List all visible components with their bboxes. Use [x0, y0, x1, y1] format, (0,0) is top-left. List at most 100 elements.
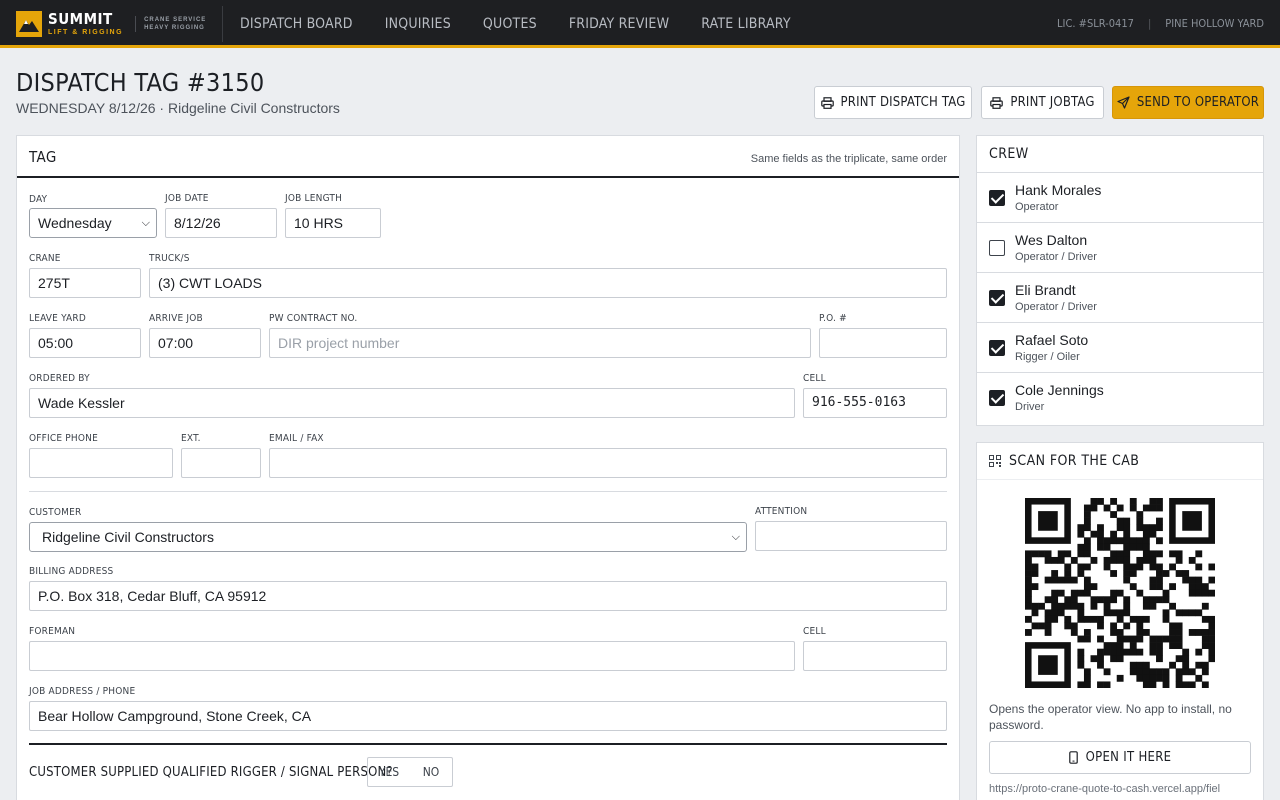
open-it-here-button[interactable]: OPEN IT HERE [989, 741, 1251, 774]
crew-checkbox[interactable] [989, 240, 1005, 256]
scan-description: Opens the operator view. No app to insta… [989, 702, 1232, 732]
rigger-no-option[interactable]: NO [410, 758, 452, 786]
nav-rate-library[interactable]: RATE LIBRARY [685, 0, 806, 48]
office-phone-field[interactable] [29, 448, 173, 478]
foreman-cell-field[interactable] [803, 641, 947, 671]
crew-checkbox[interactable] [989, 190, 1005, 206]
crew-role: Driver [1015, 401, 1045, 413]
tag-panel-header: TAG Same fields as the triplicate, same … [17, 136, 959, 178]
billing-address-field[interactable]: P.O. Box 318, Cedar Bluff, CA 95912 [29, 581, 947, 611]
brand-tagline-2: HEAVY RIGGING [144, 25, 205, 31]
nav-inquiries[interactable]: INQUIRIES [369, 0, 467, 48]
job-date-label: JOB DATE [165, 193, 209, 204]
chevron-down-icon: ⌵ [731, 531, 740, 543]
rigger-yes-option[interactable]: YES [368, 758, 410, 786]
job-date-field[interactable]: 8/12/26 [165, 208, 277, 238]
crew-row[interactable]: Rafael Soto Rigger / Oiler [977, 323, 1263, 373]
top-meta: LIC. #SLR-0417 | PINE HOLLOW YARD [1057, 0, 1264, 48]
print-jobtag-label: PRINT JOBTAG [1010, 95, 1095, 110]
day-select[interactable]: Wednesday ⌵ [29, 208, 157, 238]
tag-panel-note: Same fields as the triplicate, same orde… [750, 153, 947, 165]
meta-separator: | [1147, 17, 1152, 30]
crew-row[interactable]: Cole Jennings Driver [977, 373, 1263, 423]
tag-panel-title: TAG [29, 148, 57, 166]
operator-url[interactable]: https://proto-crane-quote-to-cash.vercel… [989, 783, 1251, 795]
nav-friday-review[interactable]: FRIDAY REVIEW [553, 0, 685, 48]
crew-row[interactable]: Hank Morales Operator [977, 173, 1263, 223]
crew-name: Cole Jennings [1015, 382, 1104, 398]
ordered-by-field[interactable]: Wade Kessler [29, 388, 795, 418]
foreman-field[interactable] [29, 641, 795, 671]
phone-icon [1068, 751, 1078, 764]
rigger-toggle: YES NO [367, 757, 453, 787]
brand-logo[interactable]: SUMMIT LIFT & RIGGING CRANE SERVICE HEAV… [16, 11, 206, 37]
crew-title: CREW [977, 136, 1263, 173]
license-number: LIC. #SLR-0417 [1057, 17, 1134, 30]
crew-name: Wes Dalton [1015, 232, 1088, 248]
job-length-label: JOB LENGTH [285, 193, 343, 204]
crew-role: Operator / Driver [1015, 301, 1097, 313]
section-divider-dark [29, 743, 947, 745]
job-address-label: JOB ADDRESS / PHONE [29, 686, 136, 697]
foreman-label: FOREMAN [29, 626, 76, 637]
billing-address-label: BILLING ADDRESS [29, 566, 114, 577]
po-label: P.O. # [819, 313, 847, 324]
ext-field[interactable] [181, 448, 261, 478]
crew-role: Rigger / Oiler [1015, 351, 1080, 363]
brand-tagline-1: CRANE SERVICE [144, 16, 207, 23]
printer-icon [990, 96, 1004, 109]
day-label: DAY [29, 194, 48, 205]
crew-panel: CREW Hank Morales Operator Wes Dalton Op… [976, 135, 1264, 426]
office-phone-label: OFFICE PHONE [29, 433, 98, 444]
pw-contract-field[interactable]: DIR project number [269, 328, 811, 358]
crew-checkbox[interactable] [989, 340, 1005, 356]
crew-name: Eli Brandt [1015, 282, 1076, 298]
crew-checkbox[interactable] [989, 390, 1005, 406]
job-address-field[interactable]: Bear Hollow Campground, Stone Creek, CA [29, 701, 947, 731]
qr-code [1025, 498, 1215, 688]
yard-name: PINE HOLLOW YARD [1165, 17, 1264, 30]
cell-field[interactable]: 916-555-0163 [803, 388, 947, 418]
trucks-field[interactable]: (3) CWT LOADS [149, 268, 947, 298]
email-fax-label: EMAIL / FAX [269, 433, 324, 444]
ordered-by-label: ORDERED BY [29, 373, 90, 384]
leave-yard-field[interactable]: 05:00 [29, 328, 141, 358]
brand-sub: LIFT & RIGGING [48, 29, 124, 36]
crew-row[interactable]: Wes Dalton Operator / Driver [977, 223, 1263, 273]
page-title: DISPATCH TAG #3150 [16, 68, 265, 97]
section-divider [29, 491, 947, 492]
crew-row[interactable]: Eli Brandt Operator / Driver [977, 273, 1263, 323]
print-jobtag-button[interactable]: PRINT JOBTAG [981, 86, 1104, 119]
day-select-value: Wednesday [38, 215, 112, 231]
nav-dispatch-board[interactable]: DISPATCH BOARD [224, 0, 369, 48]
send-icon [1117, 96, 1130, 109]
tag-panel: TAG Same fields as the triplicate, same … [16, 135, 960, 800]
trucks-label: TRUCK/S [149, 253, 190, 264]
crane-field[interactable]: 275T [29, 268, 141, 298]
arrive-job-field[interactable]: 07:00 [149, 328, 261, 358]
print-dispatch-tag-button[interactable]: PRINT DISPATCH TAG [814, 86, 972, 119]
crew-name: Rafael Soto [1015, 332, 1089, 348]
top-bar: SUMMIT LIFT & RIGGING CRANE SERVICE HEAV… [0, 0, 1280, 48]
crew-role: Operator [1015, 201, 1059, 213]
job-length-field[interactable]: 10 HRS [285, 208, 381, 238]
chevron-down-icon: ⌵ [141, 217, 150, 229]
arrive-job-label: ARRIVE JOB [149, 313, 203, 324]
mountain-logo-icon [16, 11, 42, 37]
printer-icon [820, 96, 834, 109]
customer-select-value: Ridgeline Civil Constructors [42, 529, 214, 545]
attention-field[interactable] [755, 521, 947, 551]
print-dispatch-tag-label: PRINT DISPATCH TAG [840, 95, 966, 110]
po-field[interactable] [819, 328, 947, 358]
crane-label: CRANE [29, 253, 61, 264]
nav-quotes[interactable]: QUOTES [467, 0, 553, 48]
main-nav: DISPATCH BOARD INQUIRIES QUOTES FRIDAY R… [224, 0, 807, 48]
send-to-operator-button[interactable]: SEND TO OPERATOR [1112, 86, 1264, 119]
customer-select[interactable]: Ridgeline Civil Constructors ⌵ [29, 522, 747, 552]
cell-label: CELL [803, 373, 826, 384]
rigger-question: CUSTOMER SUPPLIED QUALIFIED RIGGER / SIG… [29, 765, 393, 780]
email-fax-field[interactable] [269, 448, 947, 478]
attention-label: ATTENTION [755, 506, 808, 517]
brand-tagline: CRANE SERVICE HEAVY RIGGING [135, 15, 207, 33]
crew-checkbox[interactable] [989, 290, 1005, 306]
